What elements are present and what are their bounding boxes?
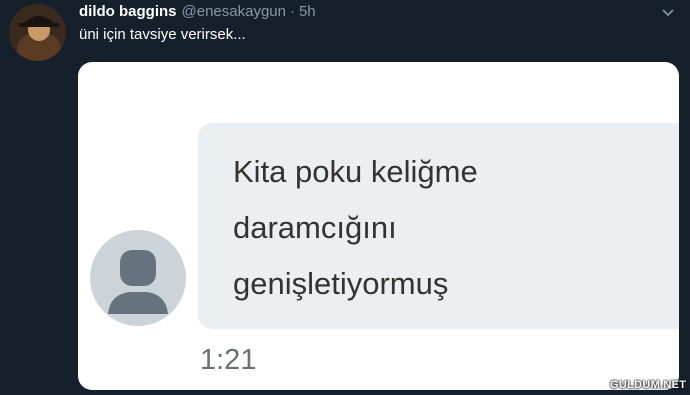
site-watermark: GULDUM.NET bbox=[610, 379, 687, 391]
tweet-media-image[interactable]: Kita poku keliğme daramcığını genişletiy… bbox=[78, 62, 679, 390]
message-line: Kita poku keliğme bbox=[233, 154, 478, 189]
chevron-down-icon[interactable] bbox=[660, 6, 676, 18]
tweet-timestamp[interactable]: 5h bbox=[299, 3, 316, 20]
user-handle[interactable]: @enesakaygun bbox=[182, 3, 286, 20]
message-timestamp: 1:21 bbox=[200, 344, 257, 376]
display-name[interactable]: dildo baggins bbox=[79, 3, 177, 20]
person-icon bbox=[90, 230, 186, 326]
user-avatar[interactable] bbox=[9, 4, 66, 61]
tweet-header: dildo baggins @enesakaygun · 5h bbox=[79, 3, 316, 23]
message-line: genişletiyormuş bbox=[233, 266, 449, 301]
message-line: daramcığını bbox=[233, 210, 397, 245]
separator-dot: · bbox=[289, 3, 295, 20]
tweet-text: üni için tavsiye verirsek... bbox=[79, 26, 246, 43]
